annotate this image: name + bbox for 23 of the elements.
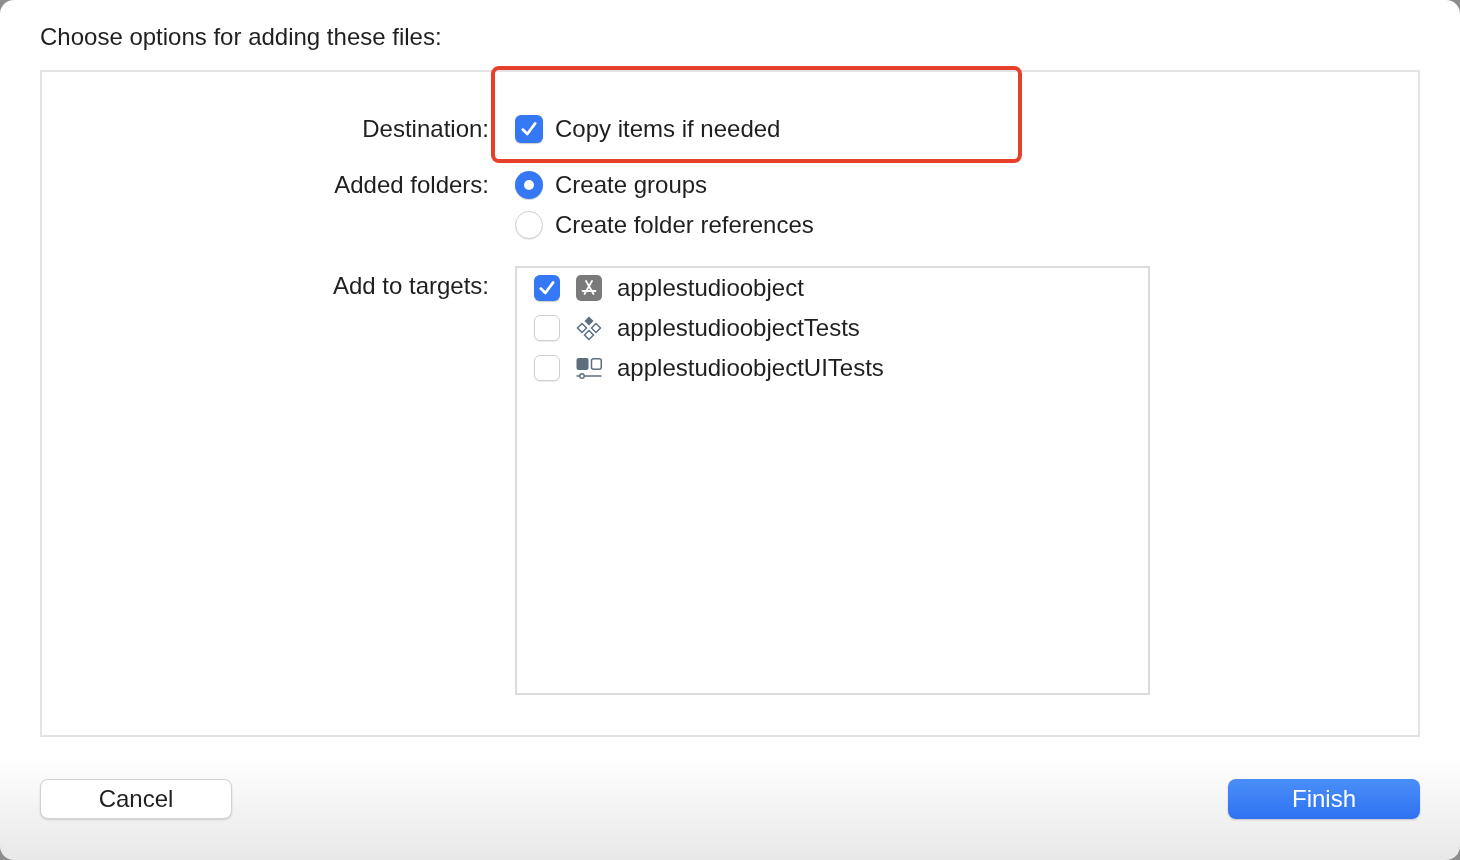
diamonds-icon <box>576 315 602 341</box>
checkbox[interactable] <box>534 275 560 301</box>
radio-button[interactable] <box>515 211 543 239</box>
radio-label: Create folder references <box>555 211 814 239</box>
target-name: applestudioobject <box>617 274 804 302</box>
cancel-button[interactable]: Cancel <box>40 779 232 819</box>
radio-label: Create groups <box>555 171 708 199</box>
dialog-title: Choose options for adding these files: <box>40 23 442 50</box>
checkbox[interactable] <box>534 315 560 341</box>
radio-button[interactable] <box>515 171 543 199</box>
target-name: applestudioobjectTests <box>617 314 860 342</box>
checkbox-label: Copy items if needed <box>555 115 781 143</box>
field-label: Destination: <box>362 115 489 143</box>
field-label: Added folders: <box>334 171 489 199</box>
target-name: applestudioobjectUITests <box>617 354 884 382</box>
checkbox[interactable] <box>534 355 560 381</box>
checkbox[interactable] <box>515 115 543 143</box>
field-label: Add to targets: <box>332 272 489 300</box>
checkmark-icon <box>520 120 538 138</box>
app-icon <box>576 275 602 301</box>
finish-button[interactable]: Finish <box>1228 779 1420 819</box>
window-slider-icon <box>576 355 602 381</box>
checkmark-icon <box>538 279 556 297</box>
